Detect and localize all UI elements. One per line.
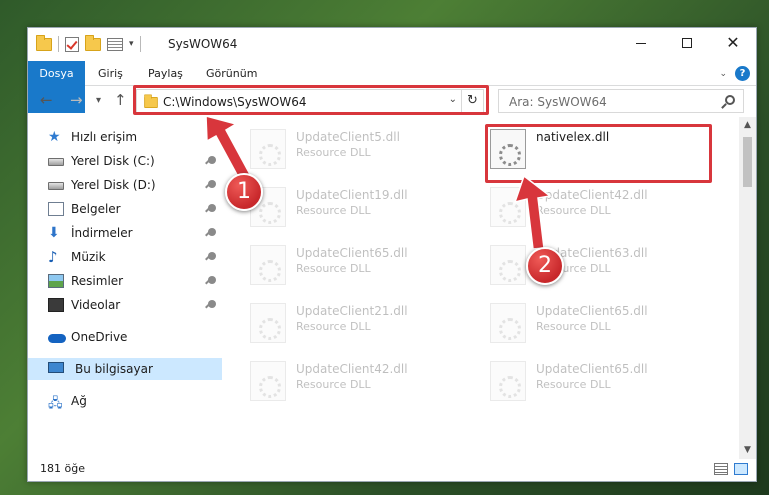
callout-step-1: 1 <box>225 173 263 211</box>
annotation-arrows <box>205 115 552 250</box>
callout-step-2: 2 <box>526 247 564 285</box>
arrow-2 <box>513 174 552 250</box>
